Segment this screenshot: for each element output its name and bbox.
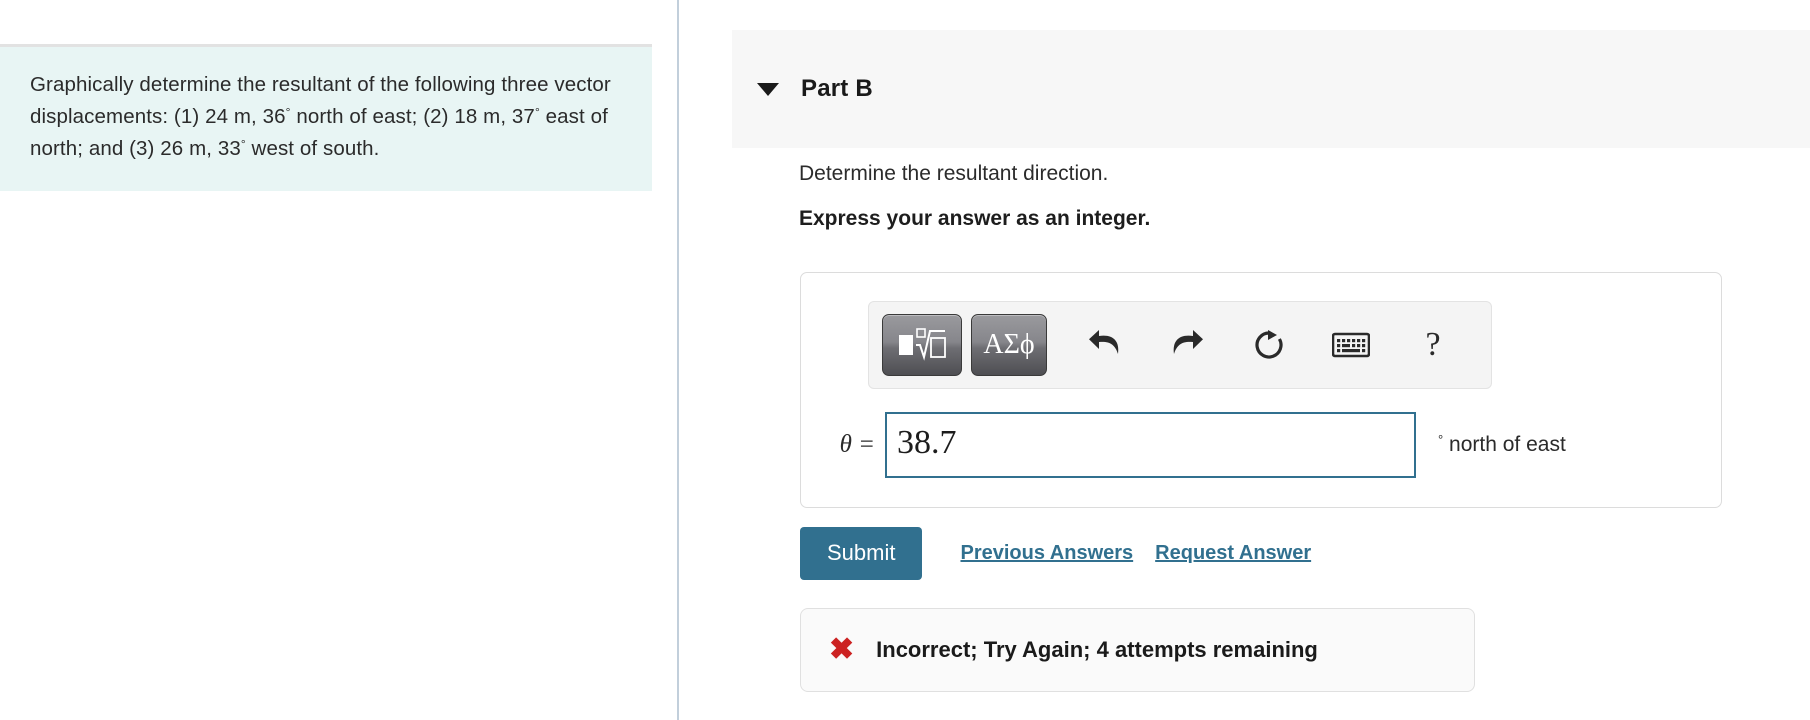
problem-statement-box: Graphically determine the resultant of t… — [0, 44, 652, 191]
unit-text: north of east — [1449, 433, 1566, 456]
request-answer-link[interactable]: Request Answer — [1155, 542, 1311, 565]
problem-pane: Graphically determine the resultant of t… — [0, 0, 677, 720]
submit-button[interactable]: Submit — [800, 527, 923, 580]
answer-card: ΑΣϕ ? θ = 38.7 ° north of east — [800, 272, 1722, 508]
undo-arrow-icon — [1089, 330, 1119, 354]
answer-pane: Part B Determine the resultant direction… — [679, 0, 1810, 720]
math-editor-toolbar: ΑΣϕ ? — [868, 301, 1492, 389]
keyboard-button[interactable] — [1320, 314, 1382, 376]
previous-answers-link[interactable]: Previous Answers — [960, 542, 1133, 565]
undo-button[interactable] — [1074, 314, 1136, 376]
part-title: Part B — [801, 75, 873, 102]
greek-letters-button[interactable]: ΑΣϕ — [971, 314, 1047, 376]
feedback-box: ✖ Incorrect; Try Again; 4 attempts remai… — [800, 608, 1475, 692]
theta-label: θ = — [839, 431, 875, 458]
feedback-message: Incorrect; Try Again; 4 attempts remaini… — [876, 637, 1318, 662]
red-x-icon: ✖ — [829, 633, 855, 666]
exercise-page: Graphically determine the resultant of t… — [0, 0, 1810, 720]
problem-text-tail: west of south. — [245, 137, 380, 160]
math-template-button[interactable] — [882, 314, 962, 376]
answer-format-note: Express your answer as an integer. — [799, 207, 1151, 230]
reset-circular-arrow-icon — [1255, 330, 1283, 359]
redo-button[interactable] — [1156, 314, 1218, 376]
reset-button[interactable] — [1238, 314, 1300, 376]
keyboard-icon — [1332, 332, 1370, 358]
greek-letters-icon: ΑΣϕ — [983, 329, 1035, 360]
action-row: Submit Previous Answers Request Answer — [800, 527, 1311, 580]
degree-symbol-unit: ° — [1438, 432, 1444, 447]
answer-input-row: θ = ° north of east — [823, 410, 1703, 480]
answer-unit-label: ° north of east — [1438, 433, 1566, 457]
question-mark-icon: ? — [1425, 326, 1441, 363]
square-root-template-icon — [899, 328, 946, 361]
help-button[interactable]: ? — [1402, 314, 1464, 376]
answer-input[interactable] — [885, 412, 1416, 478]
problem-text-mid1: north of east; (2) 18 m, 37 — [290, 105, 535, 128]
part-header[interactable]: Part B — [732, 30, 1810, 148]
question-prompt: Determine the resultant direction. — [799, 162, 1109, 185]
redo-arrow-icon — [1173, 330, 1203, 354]
triangle-down-icon[interactable] — [757, 82, 779, 96]
problem-statement-text: Graphically determine the resultant of t… — [30, 69, 622, 165]
